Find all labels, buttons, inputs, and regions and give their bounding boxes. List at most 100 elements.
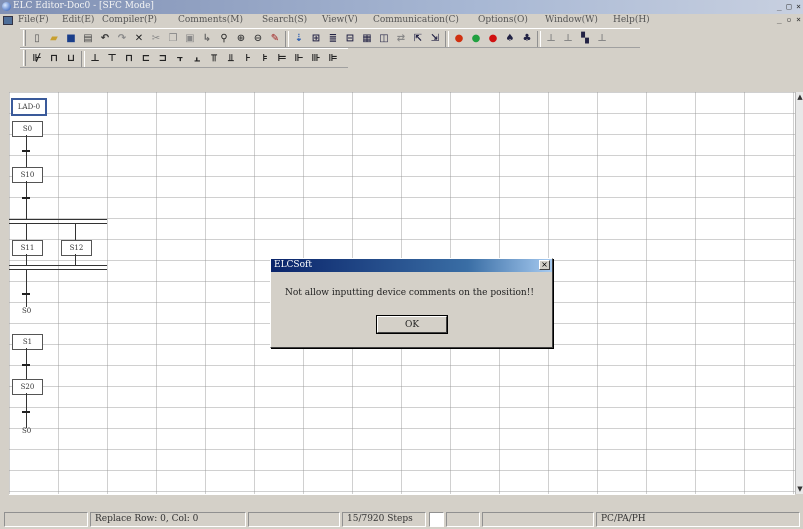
window-controls[interactable]: _ □ × — [777, 2, 801, 11]
word-monitor-icon[interactable]: ⊥ — [595, 32, 609, 46]
cut-icon[interactable]: ✂ — [149, 32, 163, 46]
transfer-icon[interactable]: ⇄ — [394, 32, 408, 46]
sfc-link — [26, 223, 27, 240]
sfc-step-icon[interactable]: ⊓ — [47, 52, 61, 66]
sfc-branch-d-icon[interactable]: ⫠ — [190, 52, 204, 66]
menu-bar: File(F) Edit(E) Compiler(P) Comments(M) … — [0, 14, 803, 28]
stop-icon[interactable]: ● — [486, 32, 500, 46]
save-icon[interactable]: ■ — [64, 32, 78, 46]
print-icon[interactable]: ▤ — [81, 32, 95, 46]
copy-icon[interactable]: ❐ — [166, 32, 180, 46]
undo-icon[interactable]: ↶ — [98, 32, 112, 46]
menu-communication[interactable]: Communication(C) — [373, 15, 459, 25]
sfc-convergence-icon[interactable]: ⊓ — [122, 52, 136, 66]
sfc-transition[interactable] — [22, 197, 30, 199]
status-bar: Replace Row: 0, Col: 0 15/7920 Steps PC/… — [0, 510, 803, 529]
menu-view[interactable]: View(V) — [322, 15, 358, 25]
sfc-step-s1[interactable]: S1 — [12, 334, 43, 350]
zoom-in-icon[interactable]: ⊕ — [234, 32, 248, 46]
redo-icon[interactable]: ↷ — [115, 32, 129, 46]
ladder-icon[interactable]: ⊞ — [309, 32, 323, 46]
sfc-branch-b-icon[interactable]: ⊐ — [156, 52, 170, 66]
vertical-scrollbar[interactable]: ▲ ▼ — [795, 92, 803, 494]
sfc-parallel-c-icon[interactable]: ⊦ — [241, 52, 255, 66]
sfc-jump-icon[interactable]: ⊔ — [64, 52, 78, 66]
sfc-step-s12[interactable]: S12 — [61, 240, 92, 256]
sfc-parallel-e-icon[interactable]: ⊨ — [275, 52, 289, 66]
sfc-parallel-h-icon[interactable]: ⊫ — [326, 52, 340, 66]
dialog-close-button[interactable]: × — [539, 260, 550, 270]
sfc-toolbar-buttons: ⊮ ⊓ ⊔ ⊥ ⊤ ⊓ ⊏ ⊐ ⫟ ⫠ ⫪ ⫫ ⊦ ⊧ ⊨ ⊩ ⊪ ⊫ — [30, 51, 340, 67]
sfc-transition-icon[interactable]: ⊥ — [88, 52, 102, 66]
initial-step[interactable]: LAD-0 — [11, 98, 47, 116]
toolbar-grip[interactable] — [23, 50, 26, 66]
menu-comments[interactable]: Comments(M) — [178, 15, 243, 25]
paste-icon[interactable]: ▣ — [183, 32, 197, 46]
sfc-parallel-a-icon[interactable]: ⫪ — [207, 52, 221, 66]
document-window-controls[interactable]: _ ▫ × — [777, 15, 801, 24]
il-icon[interactable]: ≣ — [326, 32, 340, 46]
menu-search[interactable]: Search(S) — [262, 15, 307, 25]
sfc-jump[interactable]: S0 — [22, 427, 31, 435]
horizontal-scrollbar[interactable] — [9, 494, 795, 508]
sfc-step-s10[interactable]: S10 — [12, 167, 43, 183]
sfc-icon[interactable]: ⊟ — [343, 32, 357, 46]
sfc-transition[interactable] — [22, 411, 30, 413]
download-icon[interactable]: ⇲ — [428, 32, 442, 46]
sfc-transition[interactable] — [22, 293, 30, 295]
set-off-icon[interactable]: ⊥ — [561, 32, 575, 46]
open-folder-icon[interactable]: ▰ — [47, 32, 61, 46]
sfc-step-s20[interactable]: S20 — [12, 379, 43, 395]
ok-button[interactable]: OK — [376, 315, 448, 334]
bit-monitor-icon[interactable]: ▚ — [578, 32, 592, 46]
menu-help[interactable]: Help(H) — [613, 15, 650, 25]
edit-mode: Replace — [95, 514, 132, 524]
title-bar[interactable]: ELC Editor-Doc0 - [SFC Mode] _ □ × — [0, 0, 803, 14]
dialog-title-bar[interactable]: ELCSoft × — [271, 259, 552, 272]
compile-icon[interactable]: ⇣ — [292, 32, 306, 46]
document-icon[interactable] — [3, 16, 13, 25]
find-icon[interactable]: ⚲ — [217, 32, 231, 46]
menu-window[interactable]: Window(W) — [545, 15, 598, 25]
sfc-transition[interactable] — [22, 150, 30, 152]
divergence-line — [9, 223, 107, 224]
window-icon[interactable]: ◫ — [377, 32, 391, 46]
message-dialog: ELCSoft × Not allow inputting device com… — [270, 258, 553, 348]
set-on-icon[interactable]: ⊥ — [544, 32, 558, 46]
scroll-up-icon[interactable]: ▲ — [796, 93, 803, 101]
register-monitor-icon[interactable]: ♣ — [520, 32, 534, 46]
sfc-branch-c-icon[interactable]: ⫟ — [173, 52, 187, 66]
zoom-out-icon[interactable]: ⊖ — [251, 32, 265, 46]
sfc-step-s11[interactable]: S11 — [12, 240, 43, 256]
sfc-parallel-g-icon[interactable]: ⊪ — [309, 52, 323, 66]
comment-edit-icon[interactable]: ✎ — [268, 32, 282, 46]
delete-icon[interactable]: ✕ — [132, 32, 146, 46]
menu-edit[interactable]: Edit(E) — [62, 15, 94, 25]
sfc-step-s0[interactable]: S0 — [12, 121, 43, 137]
sfc-ladder-icon[interactable]: ⊮ — [30, 52, 44, 66]
menu-compiler[interactable]: Compiler(P) — [102, 15, 157, 25]
toolbar-separator — [537, 31, 541, 47]
sfc-jump[interactable]: S0 — [22, 307, 31, 315]
main-toolbar-buttons: ▯ ▰ ■ ▤ ↶ ↷ ✕ ✂ ❐ ▣ ↳ ⚲ ⊕ ⊖ ✎ ⇣ ⊞ ≣ ⊟ ▦ ◫ ⇄ ⇱ ⇲ ● ● ● ♠ ♣ ⊥ ⊥ ▚ ⊥ — [30, 31, 609, 47]
new-file-icon[interactable]: ▯ — [30, 32, 44, 46]
monitor-icon[interactable]: ▦ — [360, 32, 374, 46]
run-icon[interactable]: ● — [452, 32, 466, 46]
menu-options[interactable]: Options(O) — [478, 15, 528, 25]
upload-icon[interactable]: ⇱ — [411, 32, 425, 46]
sfc-divergence-icon[interactable]: ⊤ — [105, 52, 119, 66]
status-icon[interactable]: ● — [469, 32, 483, 46]
cursor-position: Row: 0, Col: 0 — [134, 514, 199, 524]
sfc-toolbar: ⊮ ⊓ ⊔ ⊥ ⊤ ⊓ ⊏ ⊐ ⫟ ⫠ ⫪ ⫫ ⊦ ⊧ ⊨ ⊩ ⊪ ⊫ — [20, 48, 348, 68]
sfc-transition[interactable] — [22, 364, 30, 366]
sfc-parallel-b-icon[interactable]: ⫫ — [224, 52, 238, 66]
menu-file[interactable]: File(F) — [18, 15, 49, 25]
convergence-line — [9, 265, 107, 266]
insert-icon[interactable]: ↳ — [200, 32, 214, 46]
device-monitor-icon[interactable]: ♠ — [503, 32, 517, 46]
sfc-parallel-d-icon[interactable]: ⊧ — [258, 52, 272, 66]
sfc-parallel-f-icon[interactable]: ⊩ — [292, 52, 306, 66]
scroll-down-icon[interactable]: ▼ — [796, 485, 803, 493]
sfc-branch-a-icon[interactable]: ⊏ — [139, 52, 153, 66]
toolbar-grip[interactable] — [23, 30, 26, 46]
